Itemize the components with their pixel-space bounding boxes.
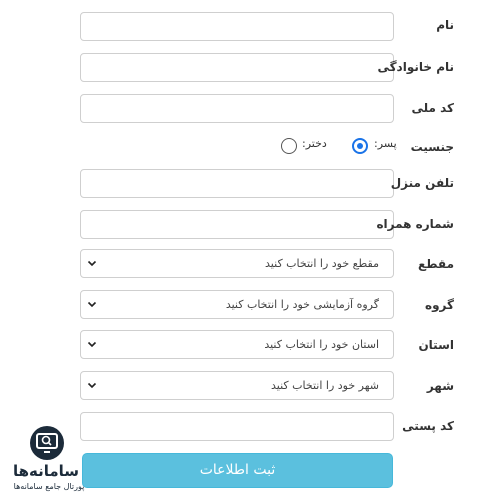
monitor-search-icon: [30, 426, 64, 460]
group-label: گروه: [425, 298, 454, 312]
gender-female-radio[interactable]: [281, 138, 297, 154]
home-phone-label: تلفن منزل: [390, 176, 454, 190]
logo-title: سامانه‌ها: [12, 462, 80, 480]
logo-subtitle: پورتال جامع سامانه‌ها: [13, 482, 85, 491]
gender-male-label: پسر:: [374, 137, 397, 150]
site-logo: سامانه‌ها پورتال جامع سامانه‌ها: [4, 424, 88, 494]
home-phone-input[interactable]: [80, 169, 394, 198]
city-label: شهر: [426, 379, 454, 393]
national-code-input[interactable]: [80, 94, 394, 123]
gender-male-radio[interactable]: [352, 138, 368, 154]
mobile-label: شماره همراه: [376, 217, 454, 231]
grade-select[interactable]: مقطع خود را انتخاب کنید: [80, 249, 394, 278]
chevron-down-icon: [87, 301, 97, 308]
mobile-input[interactable]: [80, 210, 394, 239]
gender-label: جنسیت: [410, 140, 454, 154]
name-input[interactable]: [80, 12, 394, 41]
province-label: استان: [418, 338, 454, 352]
province-select[interactable]: استان خود را انتخاب کنید: [80, 330, 394, 359]
province-select-placeholder: استان خود را انتخاب کنید: [264, 338, 379, 351]
grade-label: مقطع: [418, 257, 454, 271]
chevron-down-icon: [87, 341, 97, 348]
city-select[interactable]: شهر خود را انتخاب کنید: [80, 371, 394, 400]
national-code-label: کد ملی: [411, 101, 454, 115]
postal-code-label: کد پستی: [402, 419, 454, 433]
city-select-placeholder: شهر خود را انتخاب کنید: [271, 379, 379, 392]
family-name-input[interactable]: [80, 53, 394, 82]
chevron-down-icon: [87, 382, 97, 389]
chevron-down-icon: [87, 260, 97, 267]
family-name-label: نام خانوادگی: [377, 60, 454, 74]
name-label: نام: [436, 18, 454, 32]
group-select-placeholder: گروه آزمایشی خود را انتخاب کنید: [225, 298, 379, 311]
grade-select-placeholder: مقطع خود را انتخاب کنید: [265, 257, 379, 270]
postal-code-input[interactable]: [80, 412, 394, 441]
group-select[interactable]: گروه آزمایشی خود را انتخاب کنید: [80, 290, 394, 319]
gender-female-label: دختر:: [302, 137, 327, 150]
submit-button[interactable]: ثبت اطلاعات: [82, 453, 393, 488]
